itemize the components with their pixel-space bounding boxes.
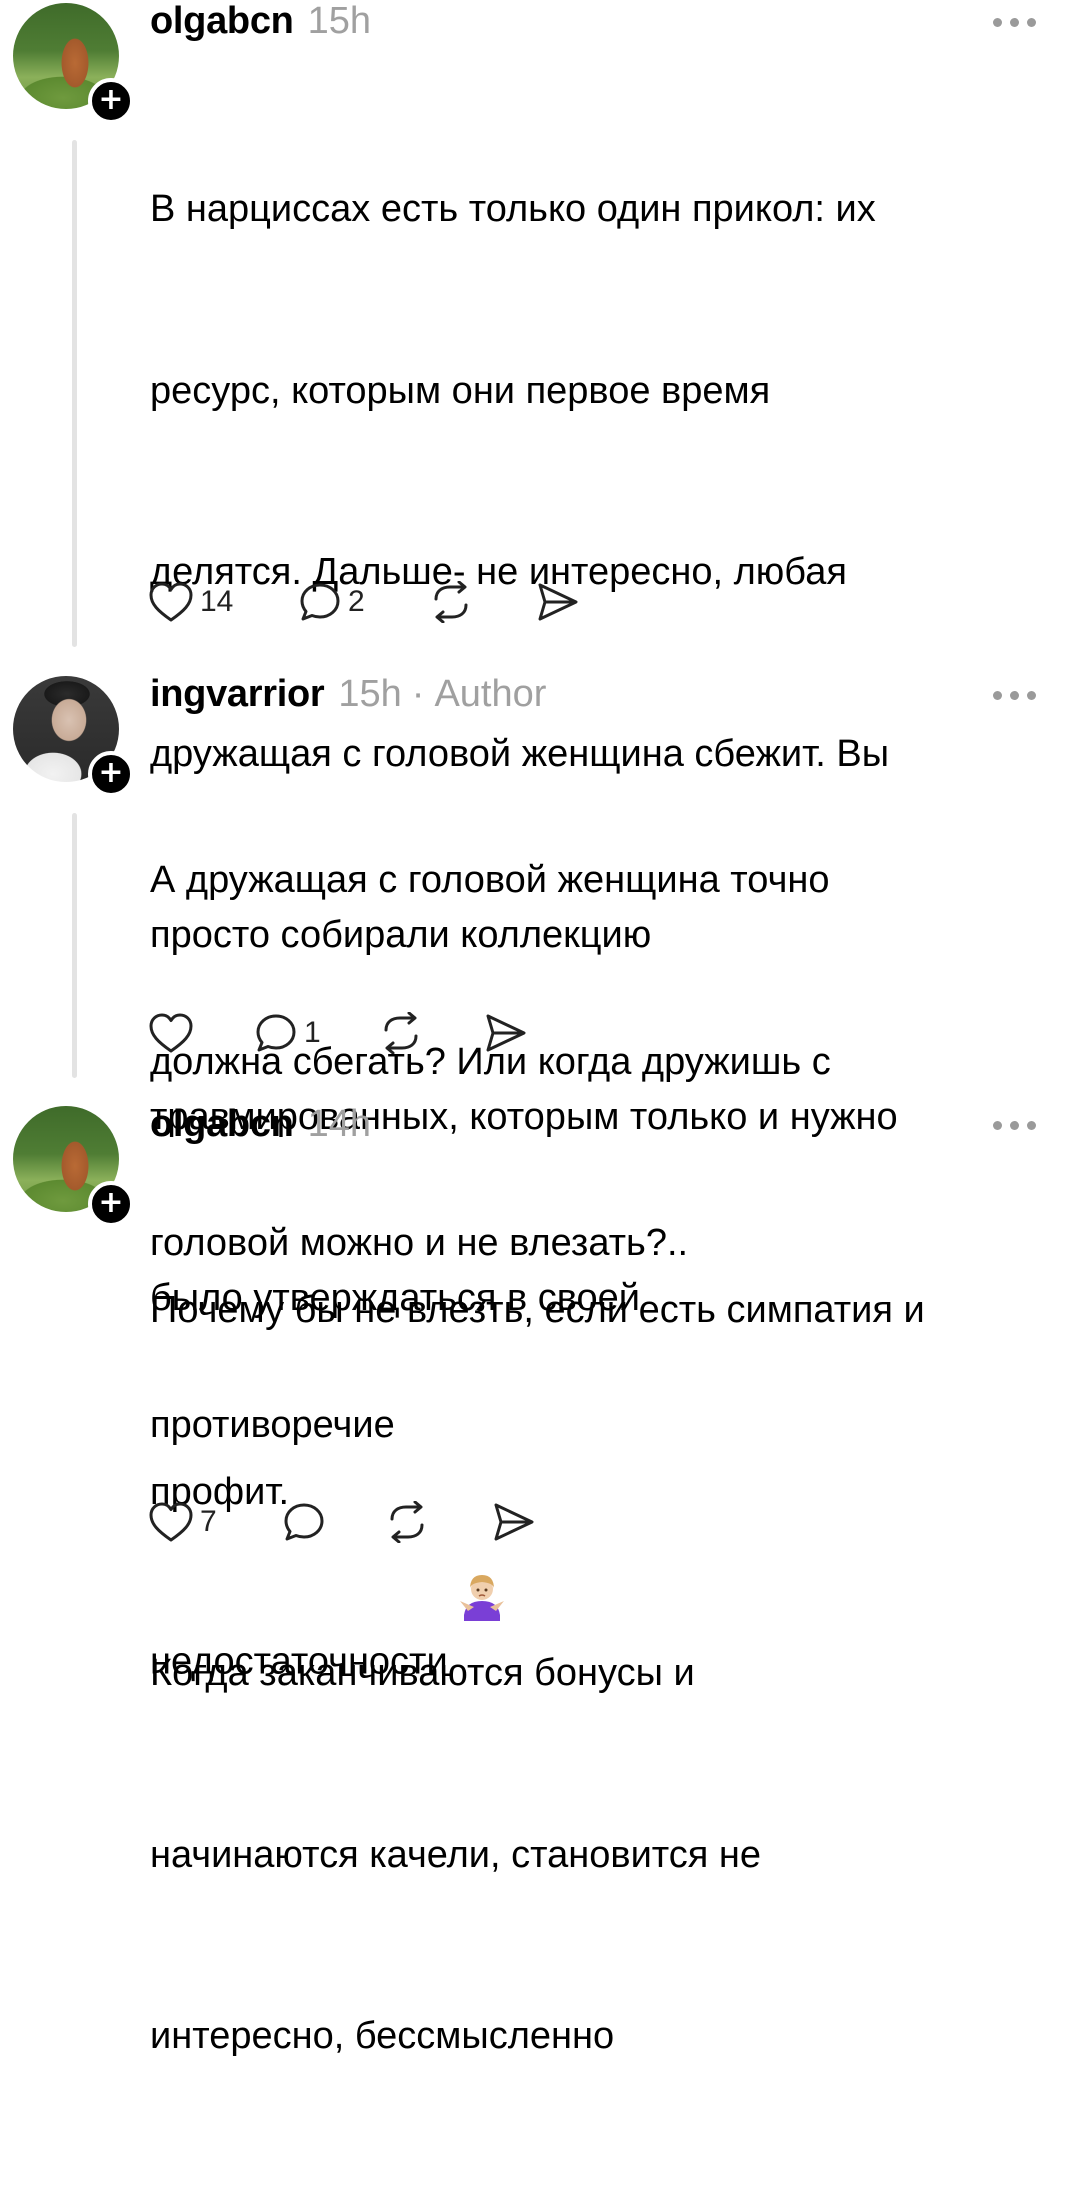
text-line: Почему бы не влезть, если есть симпатия … (150, 1289, 925, 1331)
more-dots-icon[interactable] (993, 691, 1037, 703)
text-line: А дружащая с головой женщина точно (150, 859, 830, 901)
like-count: 7 (200, 1505, 217, 1538)
repost-button[interactable] (384, 1497, 430, 1547)
username[interactable]: olgabcn (150, 1103, 294, 1146)
avatar-wrapper[interactable]: + (13, 676, 134, 797)
repost-button[interactable] (378, 1008, 424, 1058)
share-button[interactable] (482, 1008, 528, 1058)
timestamp: 14h (307, 1103, 371, 1145)
heart-icon[interactable] (148, 1012, 194, 1054)
repost-icon[interactable] (384, 1501, 430, 1543)
repost-icon[interactable] (428, 581, 474, 623)
like-button[interactable]: 14 (148, 577, 233, 627)
text-line: интересно, бессмысленно (150, 2015, 615, 2057)
comment-text: Почему бы не влезть, если есть симпатия … (150, 1159, 1050, 2188)
like-button[interactable] (148, 1008, 200, 1058)
comment-header: olgabcn 14h (150, 1103, 371, 1153)
comment-bubble-icon[interactable] (298, 581, 342, 623)
like-button[interactable]: 7 (148, 1497, 217, 1547)
more-dots-icon[interactable] (993, 18, 1037, 30)
follow-plus-icon[interactable]: + (88, 1181, 134, 1227)
text-line: начинаются качели, становится не (150, 1833, 762, 1876)
reply-button[interactable]: 1 (254, 1008, 321, 1058)
send-icon[interactable] (534, 581, 580, 623)
follow-plus-icon[interactable]: + (88, 751, 134, 797)
repost-icon[interactable] (378, 1012, 424, 1054)
username[interactable]: olgabcn (150, 0, 294, 43)
reply-count: 2 (348, 585, 365, 618)
avatar-wrapper[interactable]: + (13, 1106, 134, 1227)
share-button[interactable] (534, 577, 580, 627)
text-line: Когда заканчиваются бонусы и (150, 1652, 695, 1694)
thread-line (72, 813, 77, 1078)
comment-bubble-icon[interactable] (254, 1012, 298, 1054)
send-icon[interactable] (482, 1012, 528, 1054)
reply-button[interactable] (282, 1497, 332, 1547)
follow-plus-icon[interactable]: + (88, 78, 134, 124)
comment-1: + olgabcn 15h В нарциссах есть только од… (0, 0, 1080, 1682)
separator-dot: · (411, 673, 425, 715)
text-line: делятся. Дальше- не интересно, любая (150, 551, 847, 593)
comment-header: ingvarrior 15h · Author (150, 673, 546, 723)
reply-count: 1 (304, 1016, 321, 1049)
username[interactable]: ingvarrior (150, 673, 325, 716)
repost-button[interactable] (428, 577, 474, 627)
timestamp: 15h (338, 673, 402, 715)
comment-3: + olgabcn 14h Почему бы не влезть, если … (0, 1103, 1080, 2057)
comment-bubble-icon[interactable] (282, 1501, 326, 1543)
comment-2: + ingvarrior 15h · Author А дружащая с г… (0, 673, 1080, 1446)
share-button[interactable] (490, 1497, 536, 1547)
author-badge: Author (434, 673, 547, 715)
reply-button[interactable]: 2 (298, 577, 365, 627)
comment-header: olgabcn 15h (150, 0, 371, 50)
text-line: ресурс, которым они первое время (150, 369, 771, 412)
text-line: В нарциссах есть только один прикол: их (150, 188, 876, 230)
more-dots-icon[interactable] (993, 1121, 1037, 1133)
heart-icon[interactable] (148, 581, 194, 623)
send-icon[interactable] (490, 1501, 536, 1543)
avatar-wrapper[interactable]: + (13, 3, 134, 124)
heart-icon[interactable] (148, 1501, 194, 1543)
timestamp: 15h (307, 0, 371, 42)
like-count: 14 (200, 585, 234, 618)
thread-line (72, 140, 77, 647)
